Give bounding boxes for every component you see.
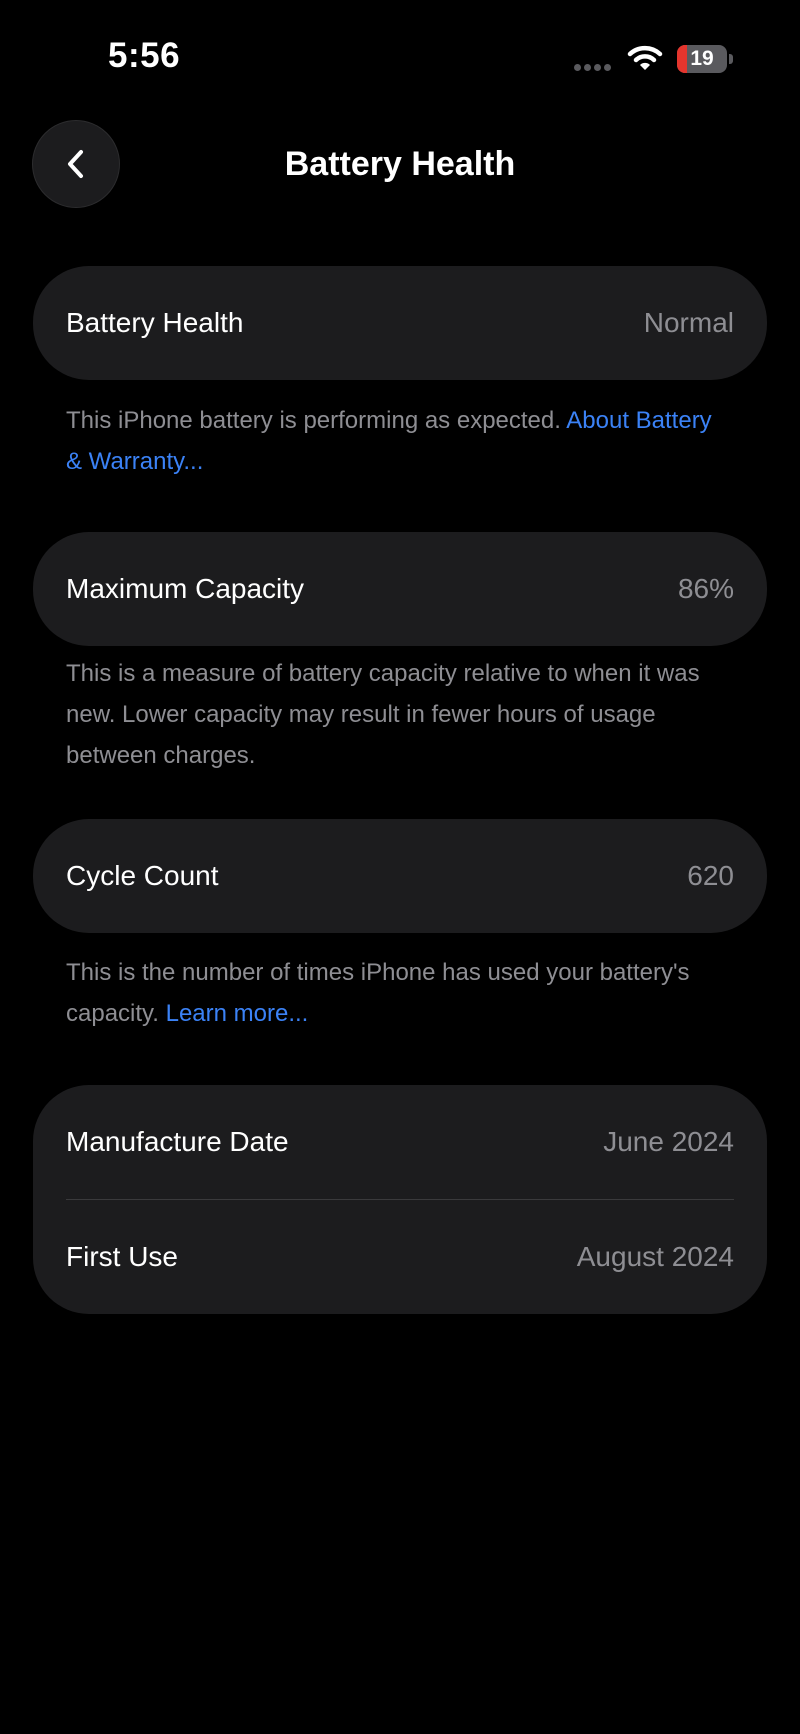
battery-health-footnote-text: This iPhone battery is performing as exp…	[66, 407, 567, 434]
maximum-capacity-label: Maximum Capacity	[66, 573, 305, 604]
maximum-capacity-row: Maximum Capacity 86%	[33, 532, 767, 646]
manufacture-date-row: Manufacture Date June 2024	[33, 1085, 767, 1199]
back-button[interactable]	[32, 120, 120, 208]
manufacture-date-label: Manufacture Date	[66, 1126, 289, 1157]
signal-dots-icon	[574, 64, 614, 72]
wifi-icon	[627, 44, 663, 72]
battery-health-row: Battery Health Normal	[33, 266, 767, 380]
battery-health-value: Normal	[643, 307, 734, 338]
cycle-count-card: Cycle Count 620	[33, 819, 767, 933]
maximum-capacity-footnote: This is a measure of battery capacity re…	[66, 660, 700, 769]
first-use-label: First Use	[66, 1241, 178, 1272]
page-title: Battery Health	[284, 145, 516, 183]
cycle-count-label: Cycle Count	[66, 860, 219, 891]
status-bar: 5:56 19	[0, 0, 800, 110]
battery-health-label: Battery Health	[66, 307, 244, 338]
cycle-count-footnote: This is the number of times iPhone has u…	[66, 952, 726, 1034]
first-use-value: August 2024	[576, 1241, 734, 1272]
battery-health-footnote: This iPhone battery is performing as exp…	[66, 400, 726, 482]
cycle-count-footnote-text: This is the number of times iPhone has u…	[66, 959, 690, 1027]
battery-health-card: Battery Health Normal	[33, 266, 767, 380]
cycle-count-value: 620	[687, 860, 734, 891]
learn-more-link[interactable]: Learn more...	[166, 1000, 309, 1027]
maximum-capacity-card: Maximum Capacity 86%	[33, 532, 767, 646]
chevron-left-icon	[68, 150, 83, 178]
nav-bar: Battery Health	[0, 118, 800, 210]
battery-icon: 19	[677, 45, 733, 73]
dates-card: Manufacture Date June 2024 First Use Aug…	[33, 1085, 767, 1314]
cycle-count-row: Cycle Count 620	[33, 819, 767, 933]
status-time: 5:56	[108, 36, 181, 75]
manufacture-date-value: June 2024	[603, 1126, 734, 1157]
first-use-row: First Use August 2024	[33, 1200, 767, 1314]
battery-level: 19	[690, 47, 714, 70]
maximum-capacity-value: 86%	[677, 573, 734, 604]
